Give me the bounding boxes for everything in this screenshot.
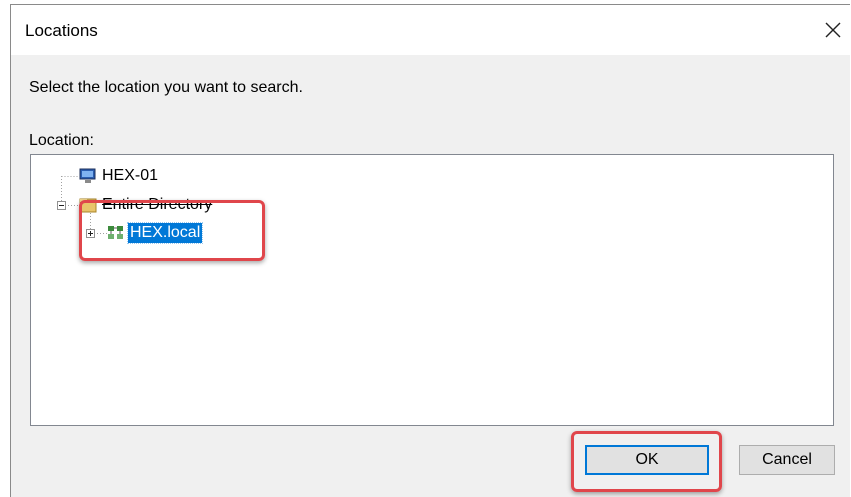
directory-folder-icon [79,198,97,213]
collapse-toggle[interactable] [57,201,66,210]
instruction-text: Select the location you want to search. [29,79,303,96]
locations-dialog: Locations Select the location you want t… [10,4,850,497]
ok-button[interactable]: OK [585,445,709,475]
tree-node-label: HEX-01 [102,167,159,184]
cancel-button[interactable]: Cancel [739,445,835,475]
tree-node-label: HEX.local [126,222,204,244]
close-icon [825,22,841,38]
domain-icon [108,226,123,239]
dialog-title: Locations [25,21,98,40]
tree-node-label: Entire Directory [102,196,213,213]
expand-toggle[interactable] [86,229,95,238]
title-bar: Locations [11,5,850,55]
tree-node-hex-local[interactable]: HEX.local [107,222,204,244]
tree-node-hex-01[interactable]: HEX-01 [79,166,160,186]
computer-icon [79,168,96,183]
close-button[interactable] [816,13,850,47]
location-label: Location: [29,132,94,149]
location-tree[interactable]: HEX-01 Entire Directory HEX.local [30,154,834,426]
screen: Locations Select the location you want t… [0,0,851,497]
tree-node-entire-directory[interactable]: Entire Directory [79,195,214,215]
